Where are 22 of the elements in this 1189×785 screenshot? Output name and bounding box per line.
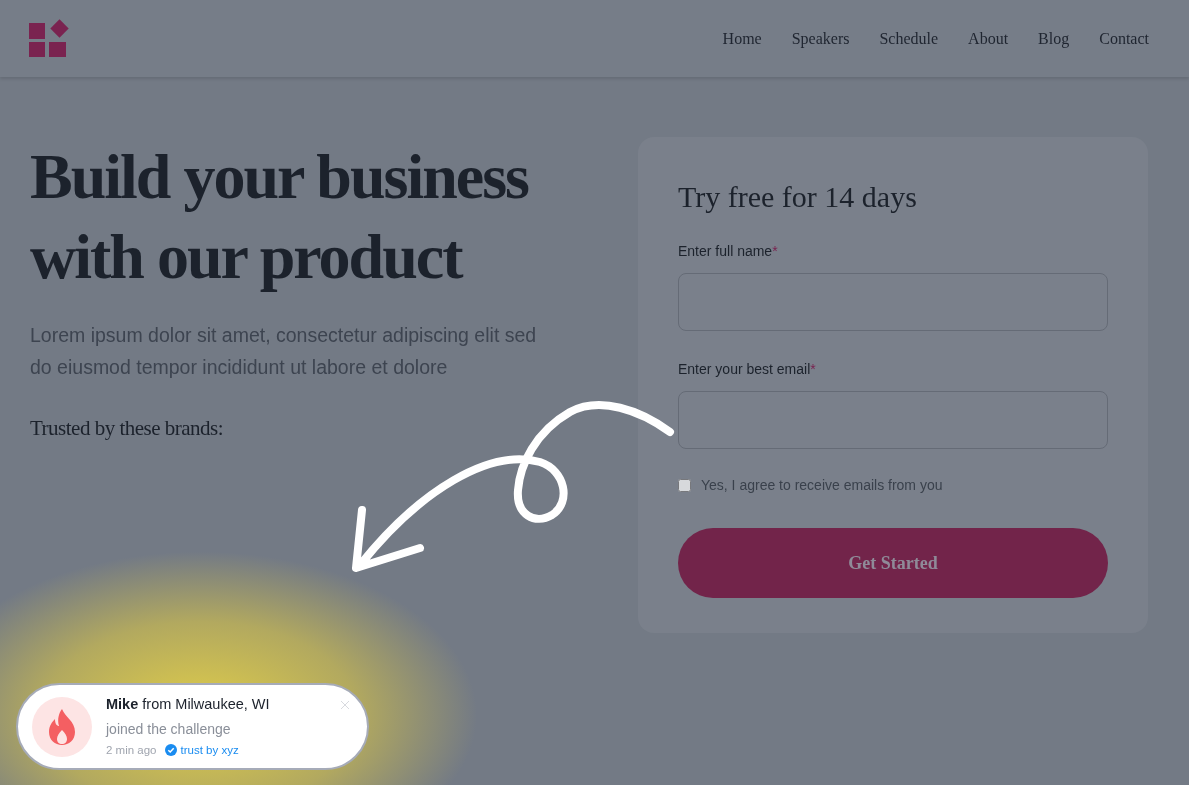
consent-checkbox[interactable] [678,479,691,492]
nav-link[interactable]: Speakers [791,26,850,51]
field-label: Enter your best email* [678,361,816,377]
close-icon[interactable] [341,701,349,709]
fire-icon [32,696,92,757]
nav-link[interactable]: Blog [1038,26,1070,51]
consent-label: Yes, I agree to receive emails from you [701,476,943,495]
notification-message: joined the challenge [106,719,232,739]
logo-icon[interactable] [29,18,69,59]
notification-time: 2 min ago [106,742,157,758]
notification-headline: Mike from Milwaukee, WI [106,695,270,714]
brands-label: Trusted by these brands: [30,415,225,442]
verified-check-icon [164,744,177,757]
trust-label: trust by xyz [180,742,239,758]
nav-link[interactable]: About [968,26,1009,51]
field-label: Enter full name* [678,243,778,259]
get-started-button[interactable]: Get Started [678,528,1108,598]
nav-link[interactable]: Schedule [879,26,939,51]
form-title: Try free for 14 days [678,179,918,215]
nav-link[interactable]: Home [722,26,762,51]
nav-link[interactable]: Contact [1099,26,1149,51]
hero-heading: Build your business with our product [30,140,530,294]
